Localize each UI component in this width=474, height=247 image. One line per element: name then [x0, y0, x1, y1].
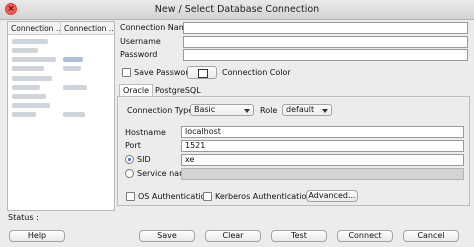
role-select[interactable]: default [282, 104, 332, 116]
column-header-connection-name[interactable]: Connection ... [8, 22, 60, 35]
connections-list[interactable]: Connection ... Connection ... [7, 21, 115, 211]
save-button[interactable]: Save [139, 230, 195, 242]
cancel-button[interactable]: Cancel [403, 230, 459, 242]
advanced-button[interactable]: Advanced... [306, 190, 358, 202]
port-input[interactable]: 1521 [181, 140, 464, 152]
connection-color-button[interactable] [187, 66, 217, 79]
sid-radio[interactable] [125, 155, 134, 164]
help-button[interactable]: Help [9, 230, 65, 242]
connection-type-select[interactable]: Basic [190, 104, 254, 116]
username-label: Username [120, 37, 161, 46]
sid-input[interactable]: xe [181, 154, 464, 166]
connect-button[interactable]: Connect [337, 230, 393, 242]
column-header-connection-details[interactable]: Connection ... [61, 22, 114, 35]
chevron-down-icon [244, 109, 250, 113]
password-label: Password [120, 50, 158, 59]
save-password-checkbox[interactable] [122, 68, 131, 77]
role-value: default [286, 105, 315, 114]
hostname-label: Hostname [125, 128, 166, 137]
connection-type-label: Connection Type [127, 106, 194, 115]
connection-type-value: Basic [194, 105, 216, 114]
color-swatch-icon [198, 69, 208, 78]
os-authentication-label: OS Authentication [138, 192, 211, 201]
role-label: Role [260, 106, 278, 115]
password-input[interactable] [183, 49, 468, 61]
service-name-input [181, 168, 464, 180]
kerberos-authentication-checkbox[interactable] [203, 192, 212, 201]
clear-button[interactable]: Clear [205, 230, 261, 242]
port-label: Port [125, 141, 141, 150]
username-input[interactable] [183, 36, 468, 48]
window-title: New / Select Database Connection [154, 4, 320, 15]
hostname-input[interactable]: localhost [181, 126, 464, 138]
connection-name-label: Connection Name [120, 23, 192, 32]
chevron-down-icon [322, 109, 328, 113]
os-authentication-checkbox[interactable] [126, 192, 135, 201]
save-password-label: Save Password [134, 68, 194, 77]
status-label: Status : [8, 213, 39, 222]
connection-name-input[interactable] [183, 22, 468, 34]
test-button[interactable]: Test [271, 230, 327, 242]
service-name-radio[interactable] [125, 169, 134, 178]
sid-label: SID [137, 155, 151, 164]
connection-color-label: Connection Color [222, 68, 291, 77]
kerberos-authentication-label: Kerberos Authentication [215, 192, 312, 201]
